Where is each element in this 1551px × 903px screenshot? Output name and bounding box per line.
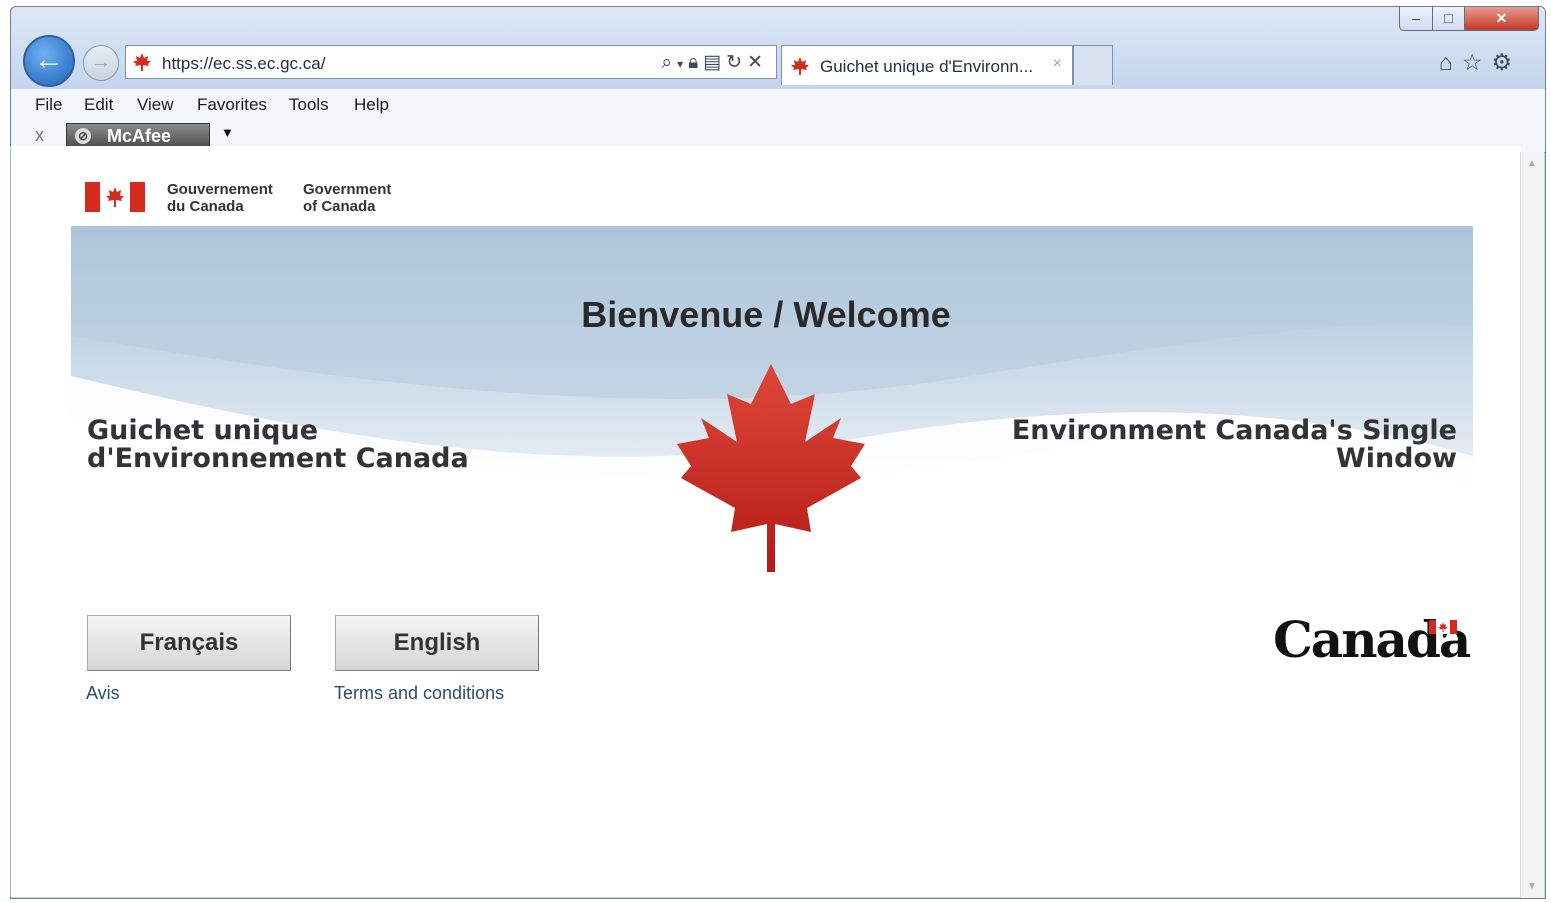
compatibility-icon[interactable]: ▤ <box>703 52 726 73</box>
mcafee-label: McAfee <box>107 126 172 146</box>
gear-icon[interactable]: ⚙ <box>1492 49 1522 75</box>
maple-leaf-favicon-icon <box>133 53 151 71</box>
scroll-up-icon[interactable]: ▲ <box>1527 158 1537 169</box>
mcafee-shield-icon: ⊘ <box>75 128 91 144</box>
menu-bar: File Edit View Favorites Tools Help <box>11 89 1545 119</box>
english-button[interactable]: English <box>335 615 539 671</box>
star-icon[interactable]: ☆ <box>1462 49 1492 75</box>
app-title-en: Environment Canada's Single Window <box>951 417 1457 473</box>
address-icons: ⌕▾🔒︎▤↻✕ <box>661 51 768 74</box>
url-text[interactable]: https://ec.ss.ec.gc.ca/ <box>162 54 325 74</box>
canada-wordmark-text: Canada <box>1273 610 1471 669</box>
terms-link[interactable]: Terms and conditions <box>334 683 504 704</box>
tab-close-icon[interactable]: × <box>1053 55 1062 73</box>
back-button[interactable]: ← <box>23 35 75 87</box>
tab-active[interactable]: Guichet unique d'Environn... × <box>781 45 1073 85</box>
vertical-scrollbar[interactable]: ▲ ▼ <box>1520 152 1544 898</box>
canada-wordmark: Canada <box>1273 608 1471 669</box>
canada-flag-icon <box>1429 620 1457 634</box>
francais-button[interactable]: Français <box>87 615 291 671</box>
address-bar[interactable]: https://ec.ss.ec.gc.ca/ ⌕▾🔒︎▤↻✕ <box>125 45 777 79</box>
title-bar: – □ ✕ ← → https://ec.ss.ec.gc.ca/ ⌕▾🔒︎▤↻… <box>11 7 1545 89</box>
menu-file[interactable]: File <box>35 95 62 115</box>
menu-edit[interactable]: Edit <box>84 95 113 115</box>
app-title-fr-line2: d'Environnement Canada <box>87 443 469 474</box>
tab-title: Guichet unique d'Environn... <box>820 57 1034 76</box>
home-icon[interactable]: ⌂ <box>1439 49 1462 75</box>
canada-flag-icon <box>85 182 145 212</box>
goc-signature-en-line1: Government <box>303 181 392 198</box>
new-tab-button[interactable] <box>1073 45 1113 85</box>
menu-tools[interactable]: Tools <box>289 95 329 115</box>
avis-link[interactable]: Avis <box>86 683 120 704</box>
goc-signature-fr-line2: du Canada <box>167 198 244 215</box>
refresh-icon[interactable]: ↻ <box>726 52 747 73</box>
dropdown-icon[interactable]: ▾ <box>677 57 688 71</box>
page-title: Bienvenue / Welcome <box>581 294 951 335</box>
menu-favorites[interactable]: Favorites <box>197 95 267 115</box>
toolbar-close-icon[interactable]: x <box>35 125 44 146</box>
goc-signature-en-line2: of Canada <box>303 198 376 215</box>
menu-help[interactable]: Help <box>354 95 389 115</box>
search-icon[interactable]: ⌕ <box>661 52 677 73</box>
browser-right-icons: ⌂☆⚙ <box>1439 49 1521 76</box>
menu-view[interactable]: View <box>137 95 174 115</box>
minimize-button[interactable]: – <box>1399 7 1433 31</box>
app-title-en-line1: Environment Canada's Single <box>1011 415 1457 446</box>
arrow-left-icon: ← <box>34 43 64 76</box>
chevron-down-icon[interactable]: ▼ <box>221 125 234 140</box>
arrow-right-icon: → <box>91 51 111 73</box>
stop-icon[interactable]: ✕ <box>747 52 768 73</box>
scroll-down-icon[interactable]: ▼ <box>1527 881 1537 892</box>
app-title-en-line2: Window <box>1335 443 1457 474</box>
goc-signature-fr-line1: Gouvernement <box>167 181 273 198</box>
app-title-fr: Guichet unique d'Environnement Canada <box>87 417 469 473</box>
maple-leaf-icon <box>677 364 865 572</box>
maple-leaf-favicon-icon <box>791 57 809 75</box>
maximize-button[interactable]: □ <box>1432 7 1465 31</box>
page-content: Gouvernement du Canada Government of Can… <box>10 146 1521 897</box>
lock-icon[interactable]: 🔒︎ <box>688 52 703 73</box>
forward-button[interactable]: → <box>83 45 119 81</box>
close-window-button[interactable]: ✕ <box>1464 7 1539 31</box>
app-title-fr-line1: Guichet unique <box>87 415 319 446</box>
